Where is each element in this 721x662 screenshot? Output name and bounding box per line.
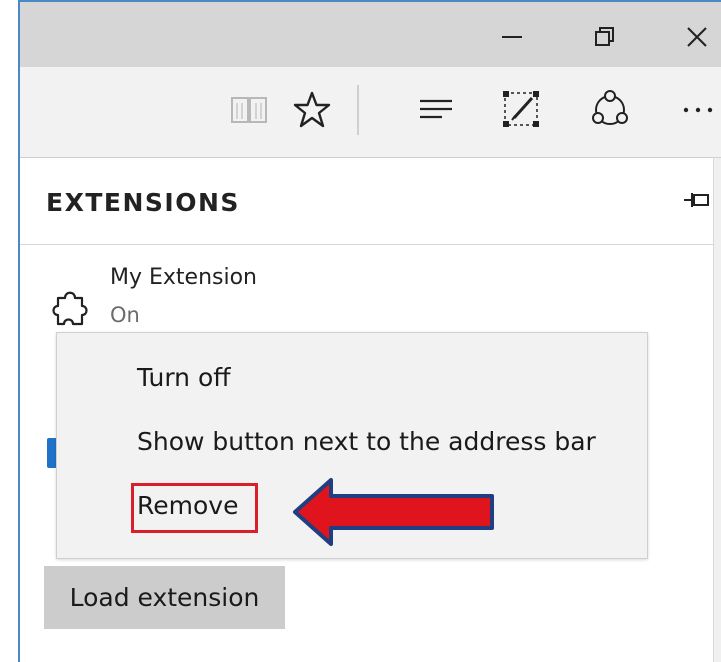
extension-status: On [110, 303, 140, 327]
extension-name: My Extension [110, 265, 257, 290]
close-icon [687, 27, 707, 47]
reading-view-button[interactable] [222, 83, 276, 137]
browser-toolbar [20, 67, 721, 158]
close-button[interactable] [672, 12, 721, 62]
favorite-star-icon [293, 91, 331, 128]
pin-button[interactable] [682, 188, 712, 212]
web-note-icon [503, 91, 539, 127]
extension-item[interactable]: My Extension On [40, 258, 680, 338]
share-icon [592, 90, 628, 125]
favorite-button[interactable] [285, 83, 339, 137]
more-icon [683, 107, 713, 113]
restore-button[interactable] [580, 12, 630, 62]
extension-context-menu: Turn off Show button next to the address… [56, 332, 648, 559]
red-arrow-icon [293, 478, 494, 546]
hub-button[interactable] [409, 83, 463, 137]
title-bar [20, 2, 721, 67]
toolbar-divider [357, 85, 359, 135]
more-button[interactable] [671, 83, 721, 137]
window-frame-left [0, 0, 20, 662]
pane-title: EXTENSIONS [46, 188, 240, 217]
pane-edge [713, 158, 721, 662]
web-note-button[interactable] [495, 83, 549, 137]
load-extension-button[interactable]: Load extension [44, 566, 285, 629]
extensions-pane: EXTENSIONS My Extension On Turn off Show… [20, 158, 713, 662]
reading-view-icon [231, 97, 267, 123]
pin-icon [684, 193, 709, 207]
minimize-icon [502, 36, 522, 38]
menu-item-show-button[interactable]: Show button next to the address bar [137, 427, 596, 456]
share-button[interactable] [583, 83, 637, 137]
puzzle-icon [52, 291, 88, 326]
menu-item-turn-off[interactable]: Turn off [137, 363, 230, 392]
hub-icon [420, 99, 452, 119]
menu-item-remove[interactable]: Remove [137, 491, 238, 520]
minimize-button[interactable] [487, 12, 537, 62]
header-divider [20, 244, 713, 245]
restore-icon [595, 27, 614, 46]
